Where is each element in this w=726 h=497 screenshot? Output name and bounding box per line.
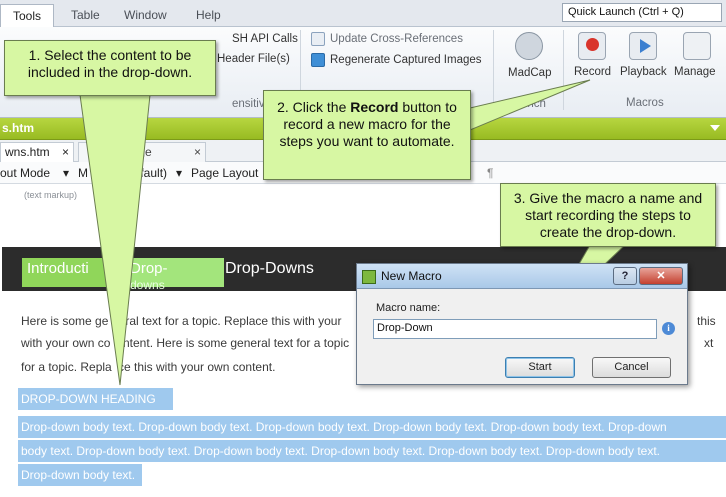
callout-step-3: 3. Give the macro a name and start recor… xyxy=(500,183,716,247)
macro-name-label: Macro name: xyxy=(376,302,441,314)
help-button[interactable]: ? xyxy=(613,267,637,285)
start-button[interactable]: Start xyxy=(505,357,575,378)
callout-step-2-bold: Record xyxy=(350,99,399,115)
dialog-title-bar[interactable]: New Macro ? ✕ xyxy=(357,264,687,289)
callout-step-2-pre: 2. Click the xyxy=(277,99,351,115)
info-icon[interactable]: i xyxy=(662,322,675,335)
callout-step-1: 1. Select the content to be included in … xyxy=(4,40,216,96)
callout-step-3-text: 3. Give the macro a name and start recor… xyxy=(513,190,703,240)
new-macro-dialog: New Macro ? ✕ Macro name: Drop-Down i St… xyxy=(356,263,688,385)
macro-icon xyxy=(362,270,376,284)
callout-step-1-text: 1. Select the content to be included in … xyxy=(27,47,193,80)
callout-step-2: 2. Click the Record button to record a n… xyxy=(263,90,471,180)
cancel-button[interactable]: Cancel xyxy=(592,357,671,378)
dialog-title: New Macro xyxy=(381,269,442,283)
callout-1-pointer xyxy=(79,94,151,386)
macro-name-input[interactable]: Drop-Down xyxy=(373,319,657,339)
close-button[interactable]: ✕ xyxy=(639,267,683,285)
